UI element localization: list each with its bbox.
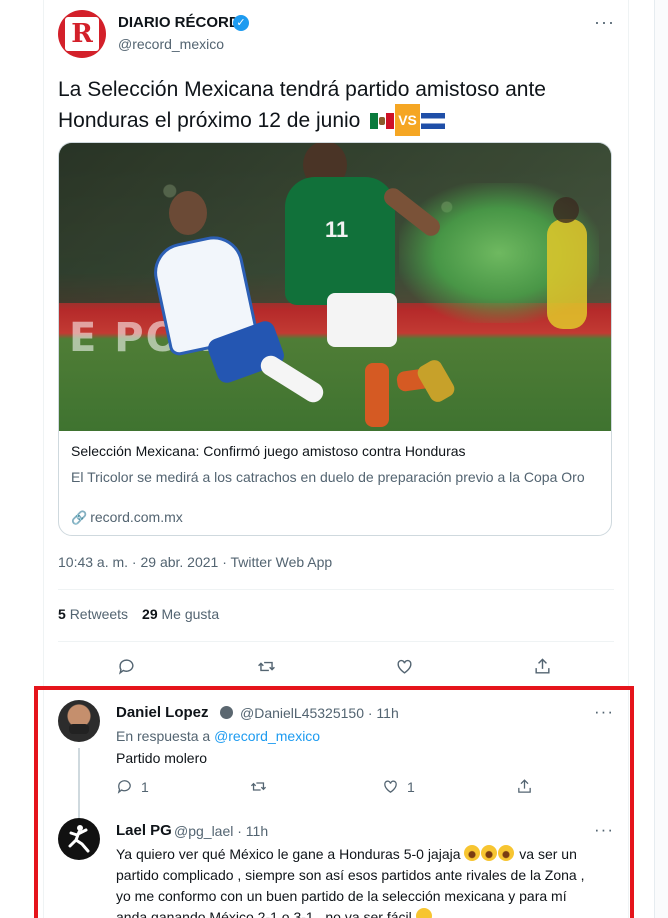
mention-link[interactable]: @record_mexico bbox=[214, 728, 320, 744]
reply-actions: 1 1 bbox=[116, 778, 596, 798]
laughing-emoji-icon bbox=[464, 845, 481, 861]
goalkeeper-figure bbox=[547, 219, 587, 329]
link-card[interactable]: E POR 11 Selección Mexicana: Confirmó ju… bbox=[58, 142, 612, 536]
honduras-player-leg bbox=[257, 351, 327, 407]
reply-author-handle[interactable]: @DanielL45325150 · 11h bbox=[240, 705, 399, 721]
honduras-player-head bbox=[169, 191, 207, 235]
reply-tweet[interactable]: Lael PG @pg_lael · 11h ··· Ya quiero ver… bbox=[44, 812, 628, 918]
avatar[interactable]: R bbox=[58, 10, 106, 58]
profile-badge-icon bbox=[220, 706, 233, 719]
card-domain: 🔗 record.com.mx bbox=[71, 509, 183, 525]
tweet-timestamp[interactable]: 10:43 a. m. · 29 abr. 2021 · Twitter Web… bbox=[58, 554, 332, 570]
laughing-emoji-icon bbox=[481, 845, 498, 861]
mexico-player-boot bbox=[414, 357, 458, 405]
link-icon: 🔗 bbox=[71, 510, 88, 525]
divider bbox=[58, 589, 614, 590]
share-action[interactable] bbox=[516, 778, 541, 795]
jersey-number: 11 bbox=[325, 217, 349, 242]
reply-author-name[interactable]: Daniel Lopez bbox=[116, 704, 209, 721]
share-icon bbox=[518, 779, 531, 793]
reply-context: En respuesta a @record_mexico bbox=[116, 728, 321, 744]
reply-author-handle[interactable]: @pg_lael · 11h bbox=[174, 823, 268, 839]
goalkeeper-head bbox=[553, 197, 579, 223]
verified-badge-icon: ✓ bbox=[233, 15, 249, 31]
avatar[interactable] bbox=[58, 700, 100, 742]
card-description: El Tricolor se medirá a los catrachos en… bbox=[71, 469, 585, 485]
retweet-icon bbox=[250, 782, 267, 791]
sidebar-sliver bbox=[654, 0, 668, 918]
record-logo: R bbox=[65, 17, 99, 51]
reply-icon[interactable] bbox=[114, 654, 138, 678]
more-options-icon[interactable]: ··· bbox=[594, 702, 614, 722]
vs-button-icon: VS bbox=[395, 104, 420, 136]
flag-honduras-icon bbox=[420, 113, 445, 129]
avatar[interactable] bbox=[58, 818, 100, 860]
card-image[interactable]: E POR 11 bbox=[59, 143, 611, 431]
tweet-actions bbox=[44, 654, 628, 678]
more-options-icon[interactable]: ··· bbox=[594, 12, 615, 33]
like-action[interactable]: 1 bbox=[382, 778, 415, 795]
winking-emoji-icon bbox=[415, 908, 432, 918]
jumpman-logo-icon bbox=[68, 825, 90, 853]
flag-mexico-icon bbox=[370, 113, 395, 129]
like-icon bbox=[384, 780, 397, 793]
reply-text: Partido molero bbox=[116, 750, 208, 766]
retweets-stat[interactable]: 5 Retweets bbox=[58, 606, 128, 622]
like-icon[interactable] bbox=[392, 654, 416, 678]
divider bbox=[58, 641, 614, 642]
tweet-stats: 5 Retweets 29 Me gusta bbox=[58, 606, 219, 622]
retweet-icon[interactable] bbox=[254, 654, 278, 678]
reply-author-name[interactable]: Lael PG bbox=[116, 822, 172, 839]
author-handle[interactable]: @record_mexico bbox=[118, 36, 224, 52]
more-options-icon[interactable]: ··· bbox=[594, 820, 614, 840]
laughing-emoji-icon bbox=[498, 845, 515, 861]
mexico-player-shorts bbox=[327, 293, 397, 347]
reply-icon bbox=[117, 780, 131, 794]
reply-tweet[interactable]: Daniel Lopez @DanielL45325150 · 11h ··· … bbox=[44, 696, 628, 818]
thread-line bbox=[78, 748, 80, 818]
author-name[interactable]: DIARIO RÉCORD bbox=[118, 14, 240, 31]
mexico-player-leg bbox=[365, 363, 389, 427]
retweet-action[interactable] bbox=[250, 778, 275, 795]
share-icon[interactable] bbox=[530, 654, 554, 678]
reply-text: Ya quiero ver qué México le gane a Hondu… bbox=[116, 844, 596, 918]
tweet-text: La Selección Mexicana tendrá partido ami… bbox=[58, 76, 598, 136]
reply-action[interactable]: 1 bbox=[116, 778, 149, 795]
likes-stat[interactable]: 29 Me gusta bbox=[142, 606, 219, 622]
card-title[interactable]: Selección Mexicana: Confirmó juego amist… bbox=[71, 443, 601, 459]
